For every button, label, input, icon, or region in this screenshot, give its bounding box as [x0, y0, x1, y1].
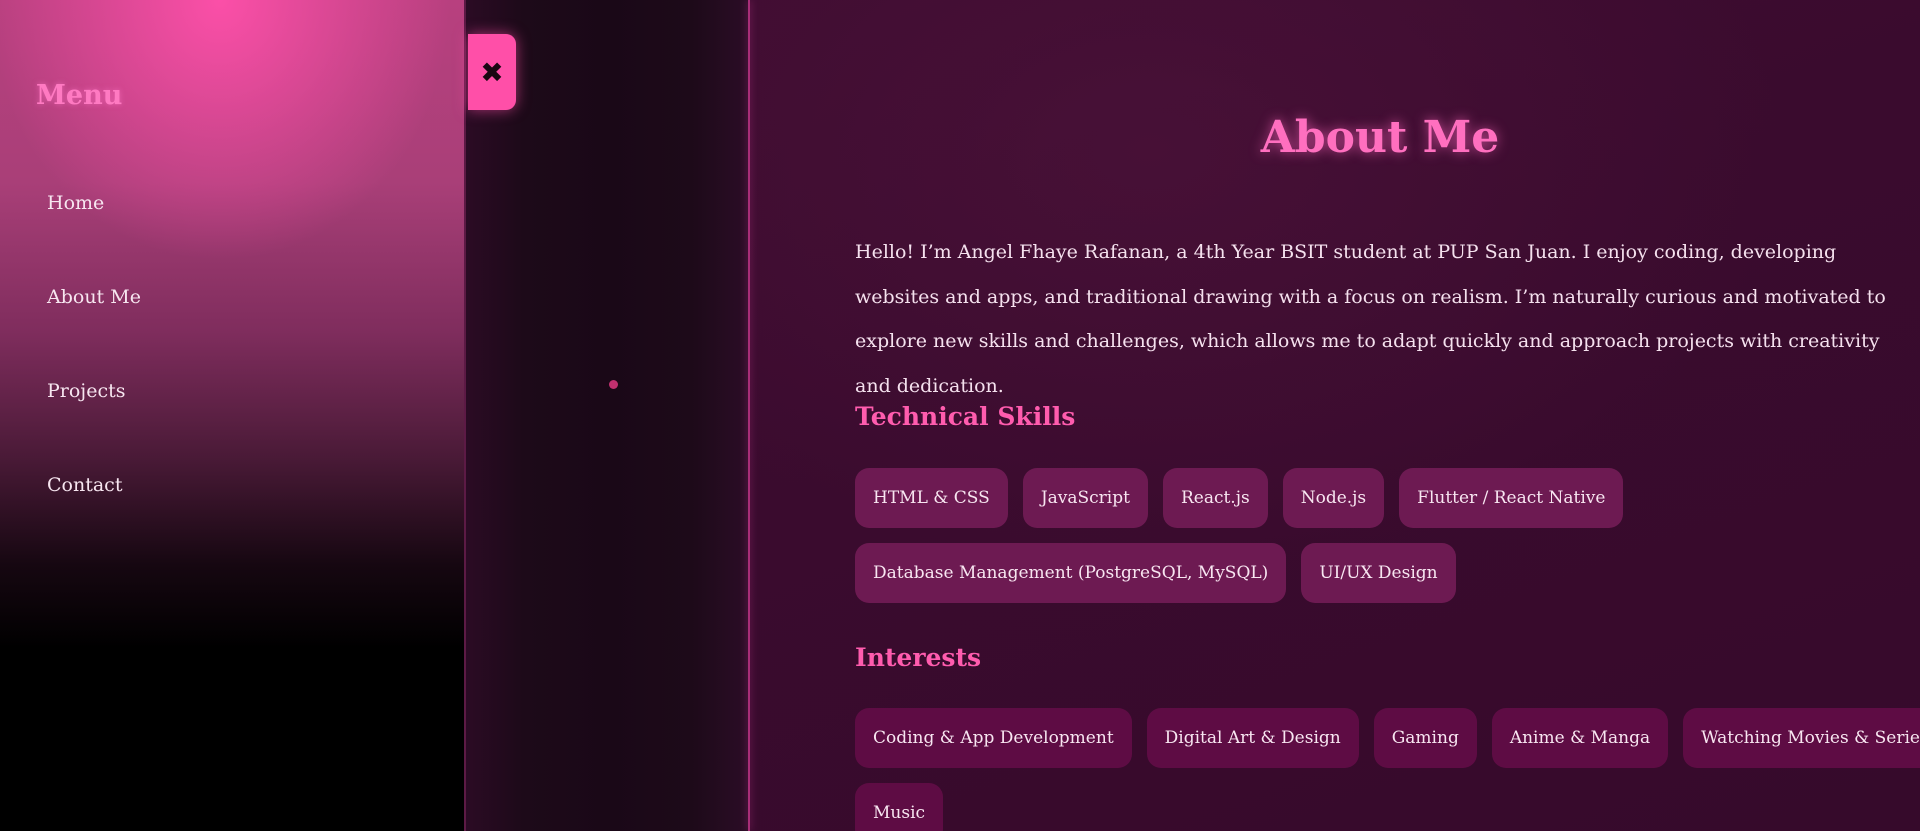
- skill-chip: JavaScript: [1022, 468, 1148, 528]
- nav-item-contact[interactable]: Contact: [47, 474, 122, 496]
- interest-chip: Digital Art & Design: [1146, 708, 1359, 768]
- page: Menu Home About Me Projects Contact ✖ Ab…: [0, 0, 1920, 831]
- close-icon: ✖: [480, 55, 504, 89]
- interest-chip: Music: [855, 783, 944, 831]
- nav-item-about-me[interactable]: About Me: [47, 286, 141, 308]
- skills-row-2: Database Management (PostgreSQL, MySQL) …: [855, 543, 1456, 603]
- skill-chip: UI/UX Design: [1301, 543, 1456, 603]
- interests-heading: Interests: [855, 643, 982, 672]
- decorative-dot: [609, 380, 618, 389]
- nav-item-projects[interactable]: Projects: [47, 380, 125, 402]
- skills-row-1: HTML & CSS JavaScript React.js Node.js F…: [855, 468, 1624, 528]
- sidebar-title: Menu: [36, 80, 123, 111]
- interests-row-1: Coding & App Development Digital Art & D…: [855, 708, 1920, 768]
- about-title: About Me: [1260, 112, 1500, 163]
- interest-chip: Gaming: [1373, 708, 1477, 768]
- interest-chip: Coding & App Development: [855, 708, 1132, 768]
- close-menu-button[interactable]: ✖: [468, 34, 516, 110]
- skill-chip: Flutter / React Native: [1399, 468, 1624, 528]
- sidebar-menu: Menu Home About Me Projects Contact: [0, 0, 466, 831]
- interest-chip: Anime & Manga: [1491, 708, 1669, 768]
- interest-chip: Watching Movies & Series: [1683, 708, 1920, 768]
- nav-item-home[interactable]: Home: [47, 192, 104, 214]
- skills-heading: Technical Skills: [855, 402, 1076, 431]
- page-overlay: [466, 0, 748, 831]
- about-bio: Hello! I’m Angel Fhaye Rafanan, a 4th Ye…: [855, 241, 1886, 397]
- skill-chip: HTML & CSS: [855, 468, 1008, 528]
- interests-row-2: Music: [855, 783, 944, 831]
- skill-chip: React.js: [1162, 468, 1268, 528]
- skill-chip: Database Management (PostgreSQL, MySQL): [855, 543, 1287, 603]
- skill-chip: Node.js: [1282, 468, 1385, 528]
